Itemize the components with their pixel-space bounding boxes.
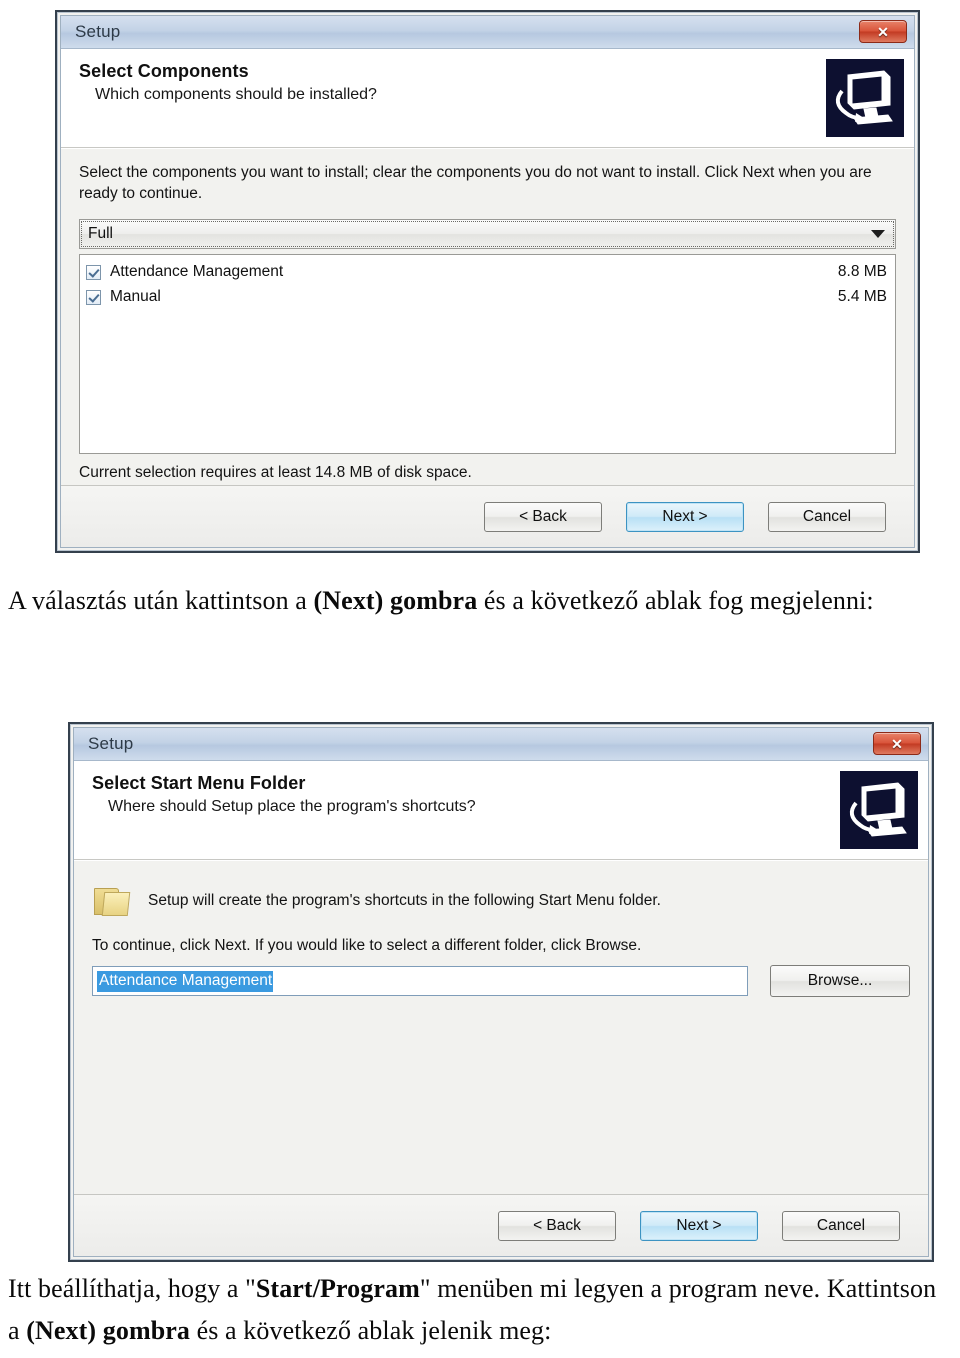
close-icon[interactable]: ✕ — [873, 732, 921, 755]
disk-space-text: Current selection requires at least 14.8… — [79, 463, 472, 481]
cancel-button-label: Cancel — [816, 1216, 866, 1234]
dialog1-header-texts: Select Components Which components shoul… — [79, 61, 826, 104]
dialog2-inner-frame: Setup ✕ Select Start Menu Folder Where s… — [73, 727, 929, 1257]
start-menu-folder-input[interactable]: Attendance Management — [92, 966, 748, 996]
dialog2-window-title: Setup — [88, 734, 134, 753]
dialog1-page-subtitle: Which components should be installed? — [95, 86, 377, 103]
dialog2-page-title: Select Start Menu Folder — [92, 773, 306, 793]
dialog1-header-band: Select Components Which components shoul… — [61, 49, 914, 148]
checkbox-manual[interactable] — [86, 289, 101, 305]
dialog1-inner-frame: Setup ✕ Select Components Which componen… — [60, 15, 915, 548]
close-icon-glyph: ✕ — [891, 735, 903, 752]
paragraph1-part1: A választás után kattintson a — [8, 586, 314, 615]
back-button-label: < Back — [533, 1216, 581, 1234]
dialog2-footer: < Back Next > Cancel — [74, 1194, 928, 1256]
dialog2-header-texts: Select Start Menu Folder Where should Se… — [92, 773, 840, 816]
install-type-dropdown[interactable]: Full — [79, 218, 896, 249]
dialog2-header-band: Select Start Menu Folder Where should Se… — [74, 761, 928, 860]
start-menu-folder-row: Attendance Management Browse... — [92, 965, 910, 997]
component-name: Attendance Management — [110, 263, 284, 281]
dialog2-titlebar: Setup ✕ — [74, 728, 928, 761]
dialog1-footer: < Back Next > Cancel — [61, 485, 914, 547]
start-menu-folder-value: Attendance Management — [97, 970, 274, 992]
back-button[interactable]: < Back — [484, 501, 602, 532]
browse-button-label: Browse... — [807, 972, 873, 989]
setup-dialog-select-components: Setup ✕ Select Components Which componen… — [55, 10, 920, 553]
install-type-selected-value: Full — [88, 224, 113, 242]
paragraph2-bold1: Start/Program — [255, 1274, 420, 1303]
list-item[interactable]: Attendance Management 8.8 MB — [86, 260, 887, 285]
dialog1-page-title: Select Components — [79, 61, 249, 81]
back-button-label: < Back — [519, 507, 567, 525]
dialog1-titlebar: Setup ✕ — [61, 16, 914, 49]
back-button[interactable]: < Back — [498, 1210, 616, 1241]
computer-monitor-icon — [826, 59, 904, 137]
folder-icon — [92, 883, 134, 919]
component-size: 8.8 MB — [837, 263, 887, 281]
list-item[interactable]: Manual 5.4 MB — [86, 285, 887, 310]
close-icon[interactable]: ✕ — [859, 20, 907, 43]
cancel-button-label: Cancel — [802, 507, 852, 525]
paragraph2-part3: és a következő ablak jelenik meg: — [190, 1316, 552, 1346]
checkbox-attendance-management[interactable] — [86, 264, 101, 280]
dialog2-body: Setup will create the program's shortcut… — [74, 860, 928, 1194]
browse-button[interactable]: Browse... — [770, 965, 910, 997]
next-button-label: Next > — [676, 1216, 722, 1234]
dialog1-body: Select the components you want to instal… — [61, 148, 914, 485]
folder-icon-front — [101, 892, 131, 916]
dialog2-page-subtitle: Where should Setup place the program's s… — [108, 798, 476, 815]
components-list[interactable]: Attendance Management 8.8 MB Manual 5.4 … — [79, 253, 896, 454]
next-button-label: Next > — [662, 507, 708, 525]
next-button[interactable]: Next > — [640, 1210, 758, 1241]
next-button[interactable]: Next > — [626, 501, 744, 532]
folder-message-row: Setup will create the program's shortcut… — [92, 885, 910, 919]
paragraph2-bold2: (Next) gombra — [26, 1316, 190, 1346]
close-icon-glyph: ✕ — [877, 23, 889, 40]
cancel-button[interactable]: Cancel — [768, 501, 886, 532]
computer-monitor-icon — [840, 771, 918, 849]
component-name: Manual — [110, 288, 161, 306]
chevron-down-icon — [871, 229, 885, 238]
component-size: 5.4 MB — [837, 288, 887, 306]
paragraph1-part2: és a következő ablak fog megjelenni: — [477, 586, 874, 615]
dialog1-window-title: Setup — [75, 22, 121, 41]
cancel-button[interactable]: Cancel — [782, 1210, 900, 1241]
paragraph-after-second-dialog: Itt beállíthatja, hogy a "Start/Program"… — [8, 1268, 952, 1352]
dialog1-instruction-text: Select the components you want to instal… — [79, 164, 872, 202]
paragraph-after-first-dialog: A választás után kattintson a (Next) gom… — [8, 580, 952, 622]
continue-message-text: To continue, click Next. If you would li… — [92, 937, 642, 954]
paragraph1-bold1: (Next) gombra — [313, 586, 478, 615]
paragraph2-part1: Itt beállíthatja, hogy a " — [8, 1274, 256, 1303]
folder-message-text: Setup will create the program's shortcut… — [148, 892, 661, 909]
setup-dialog-select-start-menu-folder: Setup ✕ Select Start Menu Folder Where s… — [68, 722, 934, 1262]
